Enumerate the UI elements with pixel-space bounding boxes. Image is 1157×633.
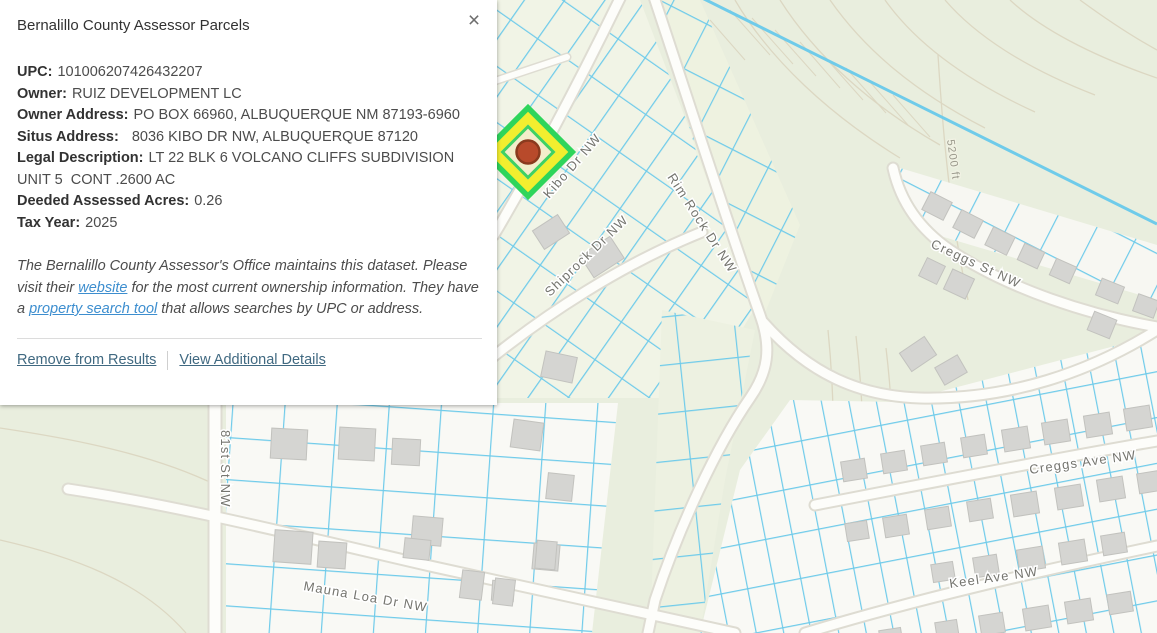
field-label: Tax Year: xyxy=(17,215,80,231)
property-search-tool-link[interactable]: property search tool xyxy=(29,301,157,317)
field-label: Owner: xyxy=(17,86,67,102)
attribute-fields: UPC: 101006207426432207 Owner: RUIZ DEVELO… xyxy=(17,62,482,234)
field-value: PO BOX 66960, ALBUQUERQUE NM 87193-6960 xyxy=(133,107,459,123)
field-value: 0.26 xyxy=(194,193,222,209)
field-label: Deeded Assessed Acres: xyxy=(17,193,189,209)
field-owner: Owner: RUIZ DEVELOPMENT LC xyxy=(17,84,482,106)
street-label-81st: 81st St NW xyxy=(218,430,233,508)
field-situs-address: Situs Address: 8036 KIBO DR NW, ALBUQUER… xyxy=(17,127,482,149)
field-label: Legal Description: xyxy=(17,150,144,166)
popup-panel: Bernalillo County Assessor Parcels × UPC… xyxy=(0,0,497,405)
disclaimer-text: The Bernalillo County Assessor's Office … xyxy=(17,256,482,321)
field-value: 8036 KIBO DR NW, ALBUQUERQUE 87120 xyxy=(124,129,418,145)
disclaimer-tail: that allows searches by UPC or address. xyxy=(157,301,423,317)
field-owner-address: Owner Address: PO BOX 66960, ALBUQUERQUE … xyxy=(17,105,482,127)
field-value: RUIZ DEVELOPMENT LC xyxy=(72,86,242,102)
field-tax-year: Tax Year: 2025 xyxy=(17,213,482,235)
popup-title: Bernalillo County Assessor Parcels xyxy=(17,16,482,36)
close-icon[interactable]: × xyxy=(461,8,487,34)
remove-from-results-link[interactable]: Remove from Results xyxy=(17,350,156,372)
field-value: 2025 xyxy=(85,215,117,231)
field-label: Owner Address: xyxy=(17,107,128,123)
field-value: 101006207426432207 xyxy=(57,64,202,80)
panel-actions: Remove from Results View Additional Deta… xyxy=(17,350,482,372)
view-additional-details-link[interactable]: View Additional Details xyxy=(179,350,325,372)
field-legal-description: Legal Description:LT 22 BLK 6 VOLCANO CL… xyxy=(17,148,482,191)
field-deeded-acres: Deeded Assessed Acres: 0.26 xyxy=(17,191,482,213)
field-label: UPC: xyxy=(17,64,52,80)
app-window: Kibo Dr NW Rim Rock Dr NW Shiprock Dr NW… xyxy=(0,0,1157,633)
website-link[interactable]: website xyxy=(78,280,127,296)
field-upc: UPC: 101006207426432207 xyxy=(17,62,482,84)
actions-separator xyxy=(167,351,168,370)
field-label: Situs Address: xyxy=(17,129,119,145)
panel-divider xyxy=(17,338,482,339)
